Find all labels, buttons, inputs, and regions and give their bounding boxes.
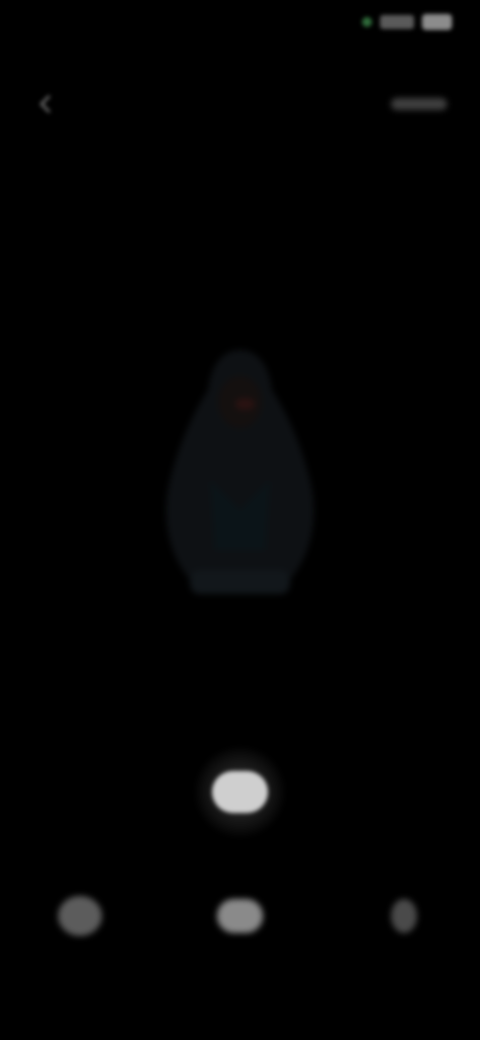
top-app-bar	[0, 70, 480, 140]
gallery-button[interactable]	[48, 880, 112, 952]
top-action-label	[391, 98, 447, 110]
gallery-icon	[58, 896, 102, 936]
hooded-figure-silhouette	[166, 350, 314, 594]
switch-camera-button[interactable]	[372, 880, 436, 952]
shutter-button[interactable]	[194, 746, 286, 838]
privacy-indicator-icon	[362, 17, 372, 27]
status-bar	[0, 0, 480, 60]
mode-button[interactable]	[208, 880, 272, 952]
top-action-button[interactable]	[384, 84, 454, 124]
mode-icon	[217, 899, 263, 933]
chevron-left-icon	[40, 95, 51, 113]
status-icons	[362, 14, 452, 30]
battery-icon	[422, 14, 452, 30]
shutter-icon	[212, 771, 268, 813]
camera-preview-subject	[140, 330, 340, 610]
switch-camera-icon	[391, 899, 417, 933]
back-button[interactable]	[26, 84, 66, 124]
bottom-controls	[0, 880, 480, 960]
signal-icon	[380, 15, 414, 29]
